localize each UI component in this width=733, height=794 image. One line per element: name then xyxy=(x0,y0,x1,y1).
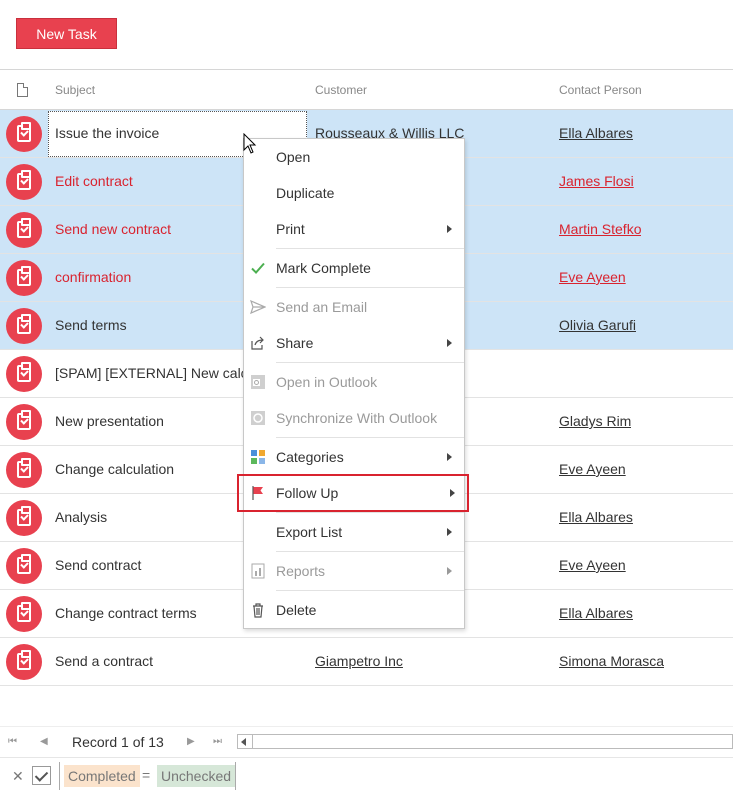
menu-item-print[interactable]: Print xyxy=(244,212,464,246)
task-icon xyxy=(6,308,42,344)
menu-item-label: Delete xyxy=(276,602,317,618)
menu-item-label: Reports xyxy=(276,563,326,579)
categories-icon xyxy=(251,450,265,464)
submenu-arrow-icon xyxy=(447,339,452,347)
task-contact-link[interactable]: Martin Stefko xyxy=(559,221,641,237)
menu-separator xyxy=(276,437,464,438)
menu-item-open-in-outlook[interactable]: Open in Outlook xyxy=(244,365,464,399)
menu-item-label: Duplicate xyxy=(276,185,335,201)
menu-separator xyxy=(276,551,464,552)
task-contact-link[interactable]: Eve Ayeen xyxy=(559,461,626,477)
filter-enable-checkbox[interactable] xyxy=(32,766,51,785)
share-icon xyxy=(251,336,264,350)
menu-item-synchronize-outlook[interactable]: Synchronize With Outlook xyxy=(244,401,464,435)
menu-item-label: Export List xyxy=(276,524,343,540)
last-record-icon[interactable]: ⏭ xyxy=(213,736,222,747)
column-header-customer[interactable]: Customer xyxy=(315,83,367,97)
next-record-icon[interactable]: ▶ xyxy=(187,736,195,747)
mouse-cursor-icon xyxy=(243,133,257,154)
task-icon xyxy=(6,596,42,632)
menu-item-duplicate[interactable]: Duplicate xyxy=(244,176,464,210)
column-header-contact[interactable]: Contact Person xyxy=(559,83,642,97)
submenu-arrow-icon xyxy=(447,225,452,233)
task-contact-link[interactable]: James Flosi xyxy=(559,173,634,189)
task-icon xyxy=(6,548,42,584)
menu-separator xyxy=(276,287,464,288)
menu-item-label: Open xyxy=(276,149,311,165)
menu-item-send-email[interactable]: Send an Email xyxy=(244,290,464,324)
task-contact-link[interactable]: Eve Ayeen xyxy=(559,557,626,573)
filter-operator[interactable]: = xyxy=(142,767,150,783)
menu-item-open[interactable]: Open xyxy=(244,140,464,174)
scroll-left-icon[interactable] xyxy=(241,738,246,746)
task-icon xyxy=(6,644,42,680)
menu-item-label: Send an Email xyxy=(276,299,368,315)
submenu-arrow-icon xyxy=(450,489,455,497)
context-menu: Open Duplicate Print Mark Complete Send … xyxy=(237,138,469,629)
checkmark-icon xyxy=(251,262,265,274)
menu-item-label: Synchronize With Outlook xyxy=(276,410,438,426)
menu-separator xyxy=(276,512,464,513)
menu-separator xyxy=(276,362,464,363)
menu-item-label: Follow Up xyxy=(276,485,339,501)
record-navigator: ⏮ ◀ Record 1 of 13 ▶ ⏭ xyxy=(0,726,733,756)
filter-field[interactable]: Completed xyxy=(64,765,140,787)
task-icon xyxy=(6,164,42,200)
table-row[interactable]: Send a contract Giampetro Inc Simona Mor… xyxy=(0,638,733,686)
submenu-arrow-icon xyxy=(447,567,452,575)
task-contact-link[interactable]: Ella Albares xyxy=(559,125,633,141)
grid-header: Subject Customer Contact Person xyxy=(0,69,733,110)
task-contact-link[interactable]: Ella Albares xyxy=(559,509,633,525)
previous-record-icon[interactable]: ◀ xyxy=(40,736,48,747)
filter-value[interactable]: Unchecked xyxy=(157,765,236,787)
task-contact-link[interactable]: Ella Albares xyxy=(559,605,633,621)
document-icon xyxy=(17,83,28,97)
flag-icon xyxy=(252,486,263,500)
menu-separator xyxy=(276,248,464,249)
menu-item-share[interactable]: Share xyxy=(244,326,464,360)
new-task-button[interactable]: New Task xyxy=(16,18,117,49)
submenu-arrow-icon xyxy=(447,528,452,536)
task-icon xyxy=(6,356,42,392)
task-customer-link[interactable]: Giampetro Inc xyxy=(315,653,403,669)
menu-item-label: Categories xyxy=(276,449,344,465)
trash-icon xyxy=(253,603,263,618)
send-icon xyxy=(250,299,266,315)
task-icon xyxy=(6,116,42,152)
task-icon xyxy=(6,500,42,536)
task-icon xyxy=(6,212,42,248)
clear-filter-icon[interactable]: ✕ xyxy=(12,768,24,785)
sync-outlook-icon xyxy=(251,411,265,425)
first-record-icon[interactable]: ⏮ xyxy=(8,736,17,747)
menu-item-export-list[interactable]: Export List xyxy=(244,515,464,549)
task-contact-link[interactable]: Gladys Rim xyxy=(559,413,631,429)
menu-separator xyxy=(276,590,464,591)
menu-item-label: Mark Complete xyxy=(276,260,371,276)
menu-item-label: Print xyxy=(276,221,305,237)
menu-item-delete[interactable]: Delete xyxy=(244,593,464,627)
task-contact-link[interactable]: Simona Morasca xyxy=(559,653,664,669)
task-contact-link[interactable]: Olivia Garufi xyxy=(559,317,636,333)
task-icon xyxy=(6,404,42,440)
task-contact-link[interactable]: Eve Ayeen xyxy=(559,269,626,285)
submenu-arrow-icon xyxy=(447,453,452,461)
menu-item-follow-up[interactable]: Follow Up xyxy=(237,474,469,512)
column-header-subject[interactable]: Subject xyxy=(55,83,95,97)
reports-icon xyxy=(251,563,265,579)
menu-item-mark-complete[interactable]: Mark Complete xyxy=(244,251,464,285)
menu-item-categories[interactable]: Categories xyxy=(244,440,464,474)
menu-item-label: Share xyxy=(276,335,314,351)
horizontal-scrollbar[interactable] xyxy=(237,734,733,749)
record-counter: Record 1 of 13 xyxy=(72,734,164,750)
outlook-icon xyxy=(251,375,265,389)
task-icon xyxy=(6,260,42,296)
menu-item-reports[interactable]: Reports xyxy=(244,554,464,588)
task-icon xyxy=(6,452,42,488)
task-subject[interactable]: Send a contract xyxy=(55,653,305,669)
scrollbar-divider xyxy=(252,735,253,748)
filter-panel: ✕ Completed = Unchecked xyxy=(0,757,733,794)
menu-item-label: Open in Outlook xyxy=(276,374,378,390)
